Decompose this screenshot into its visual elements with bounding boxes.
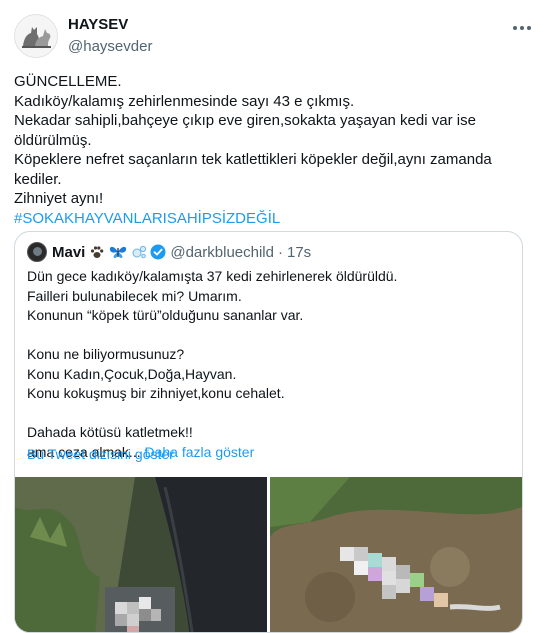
author-handle[interactable]: @haysevder <box>68 37 152 57</box>
quoted-line: Konunun “köpek türü”olduğunu sananlar va… <box>27 307 304 323</box>
quoted-line: Konu ne biliyormusunuz? <box>27 346 185 362</box>
tweet-line: Köpeklere nefret saçanların tek katletti… <box>14 151 492 168</box>
tweet-line: Kadıköy/kalamış zehirlenmesinde sayı 43 … <box>14 92 355 110</box>
quoted-line: Failleri bulunabilecek mi? Umarım. <box>27 287 242 304</box>
show-thread-link[interactable]: Bu Tweet dizisini göster <box>27 446 174 462</box>
quoted-media[interactable] <box>15 477 522 632</box>
paw-prints-emoji <box>89 244 105 260</box>
hashtag-link[interactable]: #SOKAKHAYVANLARISAHİPSİZDEĞİL <box>14 209 534 229</box>
quoted-line: Dün gece kadıköy/kalamışta 37 kedi zehir… <box>27 268 398 284</box>
tweet-card: HAYSEV @haysevder GÜNCELLEME. Kadıköy/ka… <box>0 0 549 633</box>
separator-dot: · <box>277 243 283 261</box>
quoted-tweet[interactable]: Mavi @darkbluechild · 17s Dün gece kadık… <box>14 231 523 633</box>
tweet-text: GÜNCELLEME. Kadıköy/kalamış zehirlenmesi… <box>14 72 534 228</box>
more-options-button[interactable] <box>511 20 533 36</box>
quoted-line <box>27 404 507 424</box>
quoted-header: Mavi @darkbluechild · 17s <box>27 242 311 262</box>
tweet-line: Nekadar sahipli,bahçeye çıkıp eve giren,… <box>14 112 476 129</box>
tweet-line: kediler. <box>14 170 62 188</box>
media-image-left[interactable] <box>15 477 267 632</box>
quoted-author-name[interactable]: Mavi <box>52 244 85 261</box>
tweet-line: GÜNCELLEME. <box>14 73 122 90</box>
more-horizontal-icon <box>513 26 531 30</box>
quoted-line: Konu kokuşmuş bir zihniyet,konu cehalet. <box>27 385 285 401</box>
author-info: HAYSEV @haysevder <box>68 16 152 57</box>
butterfly-emoji <box>109 244 127 260</box>
quoted-line <box>27 326 507 346</box>
tweet-line: öldürülmüş. <box>14 131 92 149</box>
bubbles-emoji <box>131 244 147 260</box>
dog-cat-logo-icon <box>15 15 57 57</box>
quoted-text: Dün gece kadıköy/kalamışta 37 kedi zehir… <box>27 267 507 462</box>
quoted-author-handle[interactable]: @darkbluechild <box>170 244 274 261</box>
quoted-line: Konu Kadın,Çocuk,Doğa,Hayvan. <box>27 365 237 382</box>
author-avatar[interactable] <box>14 14 58 58</box>
verified-badge-icon <box>150 244 166 260</box>
author-name[interactable]: HAYSEV <box>68 16 152 34</box>
tweet-line: Zihniyet aynı! <box>14 190 104 207</box>
quoted-timestamp[interactable]: 17s <box>287 244 311 261</box>
quoted-avatar[interactable] <box>27 242 47 262</box>
quoted-line: Dahada kötüsü katletmek!! <box>27 424 193 440</box>
media-image-right[interactable] <box>270 477 522 632</box>
